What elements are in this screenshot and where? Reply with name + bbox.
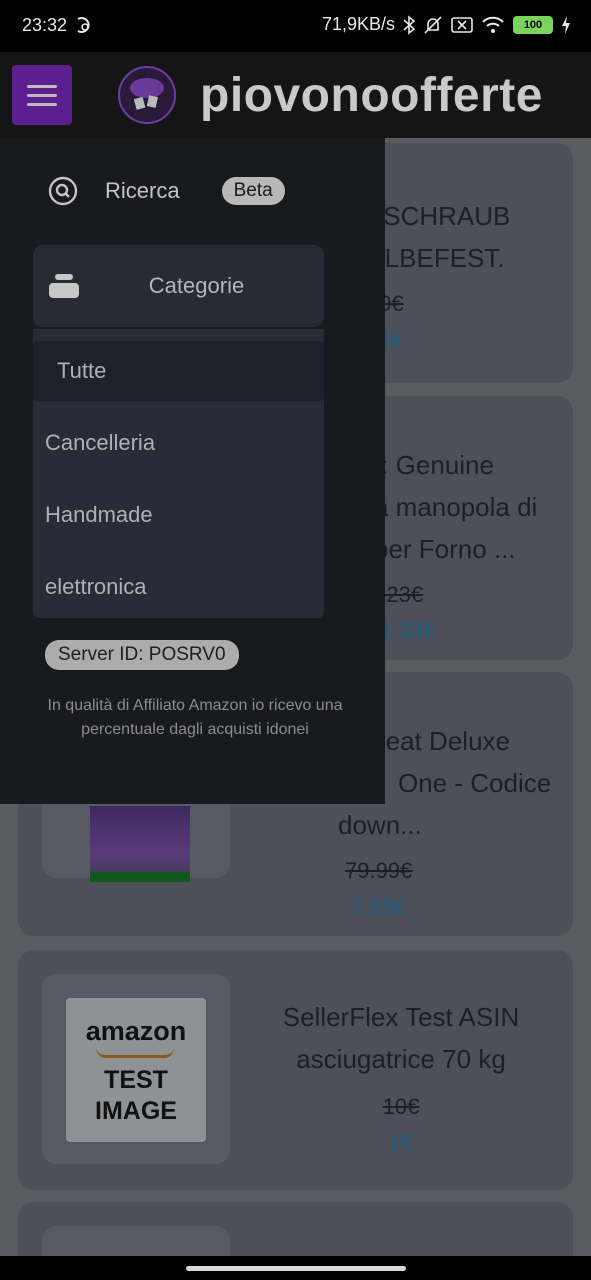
- network-speed: 71,9KB/s: [321, 14, 395, 34]
- title-line: SellerFlex Test ASIN: [282, 1002, 520, 1032]
- title-line: asciugatrice 70 kg: [296, 1044, 506, 1074]
- affiliate-note: In qualità di Affiliato Amazon io ricevo…: [47, 697, 343, 738]
- new-price: 7.99€: [351, 894, 407, 919]
- app-header: piovonoofferte: [0, 52, 591, 138]
- hamburger-icon: [27, 84, 57, 88]
- battery-icon: 100: [513, 15, 553, 34]
- product-card[interactable]: [18, 1202, 573, 1256]
- search-icon: [48, 176, 78, 206]
- status-bar: 23:32 71,9KB/s 100: [0, 0, 591, 52]
- categories-toggle[interactable]: Categorie: [33, 245, 324, 327]
- title-line: down...: [338, 810, 422, 840]
- cover-stripe: [90, 872, 190, 882]
- sync-icon: [77, 17, 90, 33]
- bell-off-icon: [424, 15, 442, 34]
- title-line: a manopola di: [374, 492, 538, 522]
- bluetooth-icon: [403, 14, 415, 35]
- new-price: 1€: [388, 1130, 414, 1155]
- amazon-test-image: amazon TEST IMAGE: [66, 998, 206, 1142]
- search-menu-item[interactable]: Ricerca Beta: [48, 176, 285, 206]
- title-line: per Forno ...: [374, 534, 516, 564]
- categories-label: Categorie: [148, 273, 245, 298]
- category-item-handmade[interactable]: Handmade: [33, 485, 324, 545]
- hamburger-line: [27, 102, 57, 106]
- smile-mark: [96, 1048, 174, 1058]
- game-cover: [90, 806, 190, 882]
- charging-icon: [562, 15, 570, 34]
- title-line: t: Genuine: [374, 450, 494, 480]
- search-label: Ricerca: [105, 178, 180, 203]
- image-text: amazon: [85, 1016, 187, 1046]
- old-price: 79.99€: [345, 858, 413, 883]
- server-id-badge: Server ID: POSRV0: [45, 640, 239, 670]
- clock: 23:32: [22, 15, 68, 35]
- product-image: amazon TEST IMAGE: [42, 974, 230, 1164]
- image-text: TEST: [104, 1066, 168, 1094]
- product-card[interactable]: amazon TEST IMAGE SellerFlex Test ASIN a…: [18, 950, 573, 1190]
- product-title: t: Genuine a manopola di per Forno ...: [374, 444, 574, 570]
- category-list: Tutte Cancelleria Handmade elettronica: [33, 329, 324, 618]
- brand-title: piovonoofferte: [200, 69, 543, 122]
- cloud-logo[interactable]: [118, 66, 176, 124]
- sim-off-icon: [451, 16, 473, 33]
- product-title: SellerFlex Test ASIN asciugatrice 70 kg: [254, 996, 548, 1080]
- image-text: IMAGE: [95, 1097, 177, 1125]
- menu-button[interactable]: [12, 65, 72, 125]
- nav-drawer: Ricerca Beta Categorie Tutte Cancelleria…: [0, 138, 385, 804]
- category-item-tutte[interactable]: Tutte: [33, 341, 324, 401]
- category-item-cancelleria[interactable]: Cancelleria: [33, 413, 324, 473]
- beta-badge: Beta: [221, 177, 285, 205]
- category-item-elettronica[interactable]: elettronica: [33, 557, 324, 617]
- wifi-icon: [482, 16, 504, 33]
- system-nav-bar: [0, 1256, 591, 1280]
- old-price: 10€: [382, 1094, 420, 1119]
- home-gesture-handle[interactable]: [186, 1266, 406, 1271]
- cloud-icon: [130, 78, 164, 110]
- new-price: 1.33€: [380, 618, 436, 643]
- product-image: [42, 1226, 230, 1256]
- hamburger-line: [27, 93, 57, 97]
